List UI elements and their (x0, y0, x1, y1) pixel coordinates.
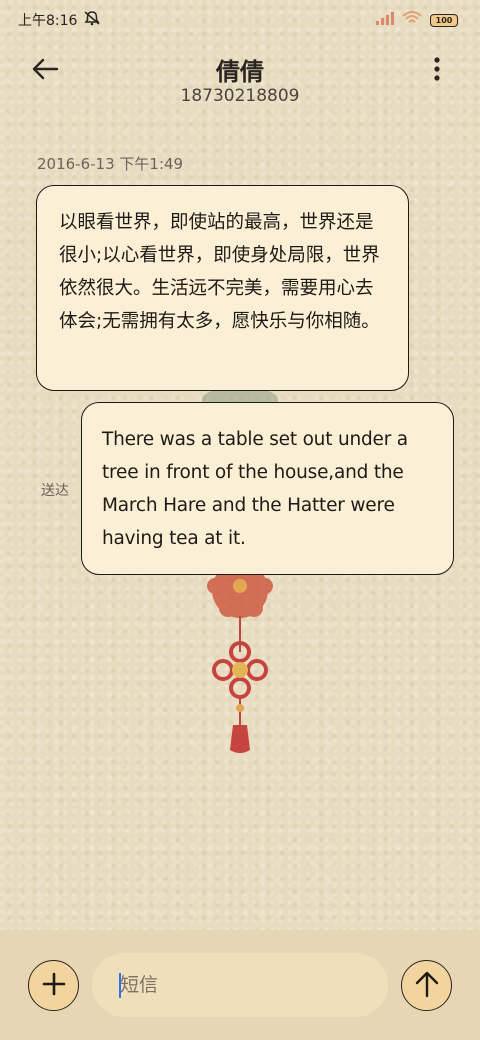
message-composer (0, 930, 480, 1040)
status-right: 100 (376, 11, 458, 29)
outgoing-message-bubble[interactable]: There was a table set out under a tree i… (81, 402, 454, 575)
more-options-button[interactable] (430, 56, 444, 84)
plus-icon (42, 972, 66, 1000)
battery-indicator: 100 (430, 13, 458, 27)
message-input[interactable] (120, 974, 360, 996)
text-caret (119, 973, 121, 998)
message-input-container[interactable] (92, 953, 388, 1017)
signal-icon (376, 11, 394, 29)
incoming-message-bubble[interactable]: 以眼看世界，即使站的最高，世界还是很小;以心看世界，即使身处局限，世界依然很大。… (36, 185, 409, 391)
contact-name: 倩倩 (216, 58, 264, 86)
add-attachment-button[interactable] (28, 960, 79, 1011)
status-bar: 上午8:16 100 (0, 0, 480, 40)
phone-number: 18730218809 (180, 86, 300, 106)
more-vertical-icon (430, 57, 444, 88)
arrow-up-icon (414, 970, 440, 1002)
conversation-header: 倩倩 18730218809 (0, 48, 480, 118)
status-time: 上午8:16 (18, 13, 78, 29)
message-timestamp: 2016-6-13 下午1:49 (37, 155, 184, 173)
incoming-message-text: 以眼看世界，即使站的最高，世界还是很小;以心看世界，即使身处局限，世界依然很大。… (59, 212, 380, 332)
wifi-icon (402, 11, 422, 29)
delivery-status: 送达 (41, 483, 69, 499)
outgoing-message-text: There was a table set out under a tree i… (102, 429, 408, 549)
bell-off-icon (83, 10, 101, 30)
status-left: 上午8:16 (18, 10, 101, 30)
send-button[interactable] (401, 960, 452, 1011)
